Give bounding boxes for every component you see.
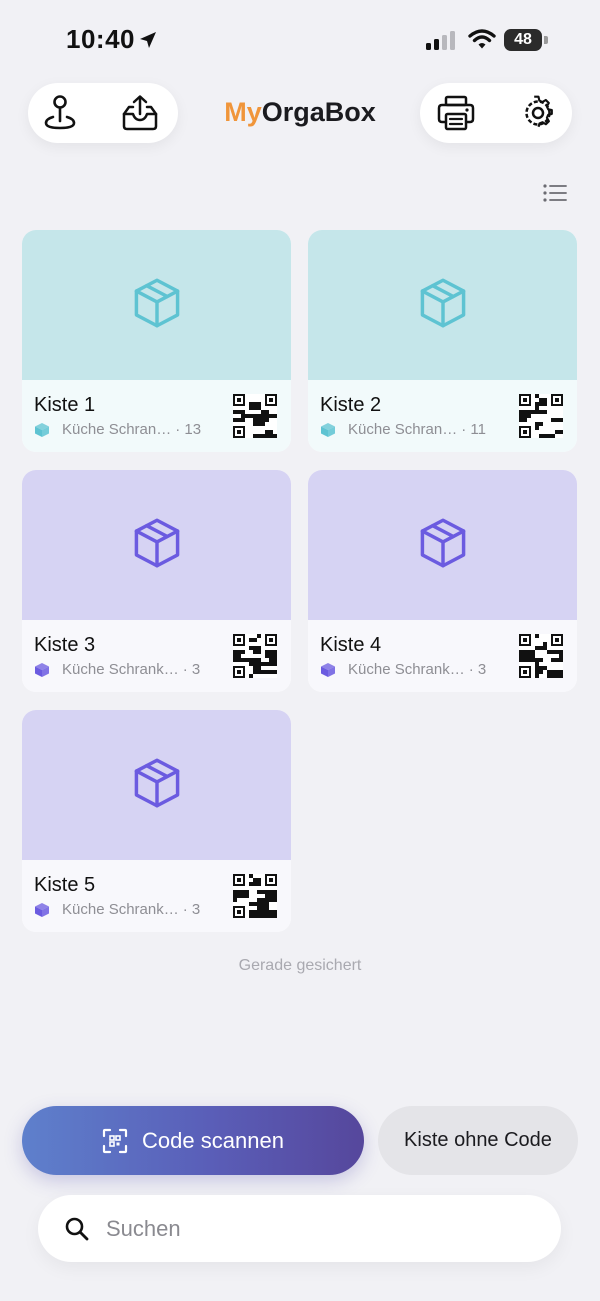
box-title: Kiste 1 bbox=[34, 394, 96, 416]
box-location: Küche Schrank… bbox=[62, 901, 179, 918]
box-item-count: · 3 bbox=[182, 901, 201, 918]
box-qr-code-icon[interactable] bbox=[233, 634, 277, 678]
box-cube-icon bbox=[131, 517, 183, 574]
settings-button[interactable] bbox=[518, 93, 558, 133]
brand-suffix: OrgaBox bbox=[261, 97, 376, 127]
box-qr-code-icon[interactable] bbox=[233, 874, 277, 918]
box-qr-code-icon[interactable] bbox=[519, 634, 563, 678]
box-small-cube-icon bbox=[34, 662, 50, 678]
box-cube-icon bbox=[131, 757, 183, 814]
box-card[interactable]: Kiste 5 Küche Schrank… · 3 bbox=[22, 710, 291, 932]
location-arrow-icon bbox=[140, 32, 156, 48]
box-image-area bbox=[22, 710, 291, 860]
box-image-area bbox=[22, 230, 291, 380]
list-view-icon[interactable] bbox=[542, 182, 568, 204]
export-tray-icon bbox=[122, 95, 158, 131]
box-small-cube-icon bbox=[34, 422, 50, 438]
box-location: Küche Schran… bbox=[348, 421, 458, 438]
box-small-cube-icon bbox=[320, 422, 336, 438]
box-cube-icon bbox=[131, 277, 183, 334]
header-right-actions bbox=[420, 83, 572, 143]
box-info: Kiste 4 Küche Schrank… · 3 bbox=[308, 620, 577, 692]
settings-gear-icon bbox=[525, 95, 553, 128]
location-pin-icon bbox=[44, 95, 76, 130]
box-title: Kiste 2 bbox=[320, 394, 382, 416]
box-info: Kiste 2 Küche Schran… · 11 bbox=[308, 380, 577, 452]
export-button[interactable] bbox=[120, 93, 160, 133]
box-card[interactable]: Kiste 3 Küche Schrank… · 3 bbox=[22, 470, 291, 692]
box-meta: Küche Schrank… · 3 bbox=[34, 661, 200, 678]
wifi-icon bbox=[468, 29, 496, 49]
box-qr-code-icon[interactable] bbox=[233, 394, 277, 438]
box-info: Kiste 1 Küche Schran… · 13 bbox=[22, 380, 291, 452]
location-button[interactable] bbox=[40, 93, 80, 133]
scan-code-button[interactable]: Code scannen bbox=[22, 1106, 364, 1175]
search-bar bbox=[38, 1195, 561, 1262]
box-meta: Küche Schrank… · 3 bbox=[320, 661, 486, 678]
qr-scan-icon bbox=[102, 1128, 128, 1153]
cellular-signal-icon bbox=[426, 31, 455, 50]
box-cube-icon bbox=[417, 277, 469, 334]
print-button[interactable] bbox=[436, 93, 476, 133]
box-info: Kiste 5 Küche Schrank… · 3 bbox=[22, 860, 291, 932]
box-card[interactable]: Kiste 1 Küche Schran… · 13 bbox=[22, 230, 291, 452]
box-location: Küche Schrank… bbox=[348, 661, 465, 678]
box-meta: Küche Schrank… · 3 bbox=[34, 901, 200, 918]
status-time: 10:40 bbox=[66, 24, 135, 54]
box-location: Küche Schran… bbox=[62, 421, 172, 438]
box-image-area bbox=[308, 230, 577, 380]
box-location: Küche Schrank… bbox=[62, 661, 179, 678]
box-small-cube-icon bbox=[320, 662, 336, 678]
save-status: Gerade gesichert bbox=[238, 957, 362, 974]
box-card[interactable]: Kiste 4 Küche Schrank… · 3 bbox=[308, 470, 577, 692]
box-without-code-button[interactable]: Kiste ohne Code bbox=[378, 1106, 578, 1175]
box-small-cube-icon bbox=[34, 902, 50, 918]
box-meta: Küche Schran… · 11 bbox=[320, 421, 486, 438]
printer-icon bbox=[437, 95, 475, 131]
scan-code-label: Code scannen bbox=[142, 1127, 284, 1153]
box-image-area bbox=[308, 470, 577, 620]
box-item-count: · 3 bbox=[182, 661, 201, 678]
brand-prefix: My bbox=[224, 97, 262, 127]
box-item-count: · 11 bbox=[461, 421, 486, 438]
box-item-count: · 3 bbox=[468, 661, 487, 678]
battery-level: 48 bbox=[514, 31, 532, 48]
box-title: Kiste 3 bbox=[34, 634, 96, 656]
box-image-area bbox=[22, 470, 291, 620]
box-title: Kiste 4 bbox=[320, 634, 382, 656]
box-qr-code-icon[interactable] bbox=[519, 394, 563, 438]
search-input[interactable] bbox=[104, 1214, 508, 1243]
app-title: MyOrgaBox bbox=[180, 97, 420, 128]
box-cube-icon bbox=[417, 517, 469, 574]
header-left-actions bbox=[28, 83, 178, 143]
box-info: Kiste 3 Küche Schrank… · 3 bbox=[22, 620, 291, 692]
box-card[interactable]: Kiste 2 Küche Schran… · 11 bbox=[308, 230, 577, 452]
box-meta: Küche Schran… · 13 bbox=[34, 421, 201, 438]
search-icon bbox=[65, 1217, 89, 1240]
battery-indicator: 48 bbox=[504, 29, 548, 51]
box-title: Kiste 5 bbox=[34, 874, 96, 896]
box-item-count: · 13 bbox=[175, 421, 202, 438]
